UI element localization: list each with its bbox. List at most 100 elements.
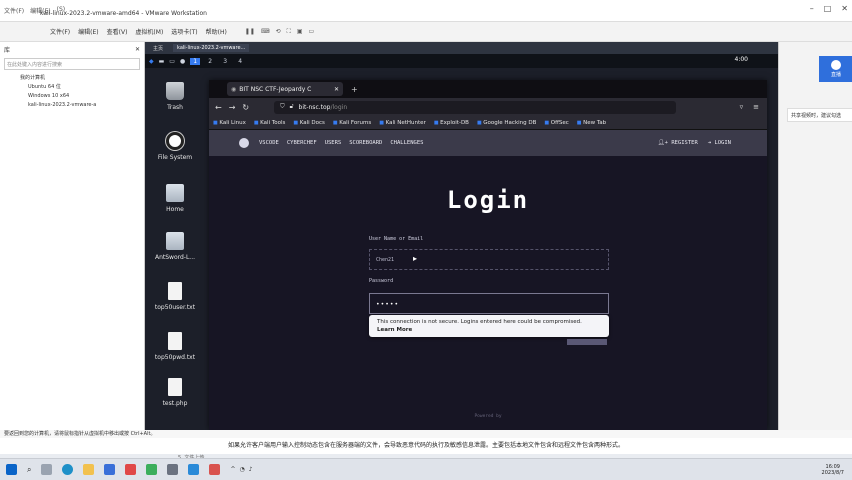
network-icon[interactable]: ◔ — [240, 466, 245, 473]
bookmark-item[interactable]: OffSec — [544, 120, 569, 126]
desktop-icon-label: AntSword-L... — [154, 254, 196, 261]
fullscreen-icon[interactable]: ⛶ — [287, 28, 291, 36]
explorer-icon[interactable] — [83, 464, 95, 475]
live-button[interactable]: 直播 — [819, 56, 852, 82]
menu-file[interactable]: 文件(F) — [50, 27, 70, 36]
bookmark-item[interactable]: Kali Linux — [213, 120, 246, 126]
firefox-icon[interactable]: ● — [180, 58, 185, 65]
back-icon[interactable]: ← — [215, 103, 222, 112]
send-keys-icon[interactable]: ⌨ — [261, 28, 270, 36]
share-video-tip: 共享视频时，建议勾选 — [787, 108, 852, 122]
bookmark-item[interactable]: Google Hacking DB — [477, 120, 536, 126]
shield-icon[interactable]: ⛉ — [280, 103, 285, 111]
learn-more-link[interactable]: Learn More — [377, 326, 601, 334]
bookmark-item[interactable]: Kali NetHunter — [379, 120, 426, 126]
vmware-icon[interactable] — [167, 464, 179, 475]
close-icon[interactable]: ✕ — [135, 46, 140, 53]
username-field[interactable]: Chen21 — [369, 249, 609, 270]
app-icon[interactable] — [209, 464, 221, 475]
library-header: 库 ✕ — [0, 42, 144, 56]
desktop-icon-filesystem[interactable]: File System — [153, 132, 197, 161]
tab-home[interactable]: 主页 — [149, 44, 167, 53]
console-icon[interactable]: ▭ — [308, 28, 314, 36]
snapshot-icon[interactable]: ⟲ — [276, 28, 281, 36]
unity-icon[interactable]: ▣ — [297, 28, 303, 36]
library-search-input[interactable]: 在此处键入内容进行搜索 — [4, 58, 140, 70]
bookmark-item[interactable]: Exploit-DB — [434, 120, 469, 126]
desktop-icon-antsword[interactable]: AntSword-L... — [153, 232, 197, 261]
chevron-up-icon[interactable]: ^ — [230, 466, 235, 473]
nav-scoreboard[interactable]: SCOREBOARD — [349, 140, 382, 146]
menu-vm[interactable]: 虚拟机(M) — [135, 27, 163, 36]
app-icon[interactable] — [146, 464, 158, 475]
tree-item-vm[interactable]: kali-linux-2023.2-vmware-a — [20, 101, 144, 110]
edge-icon[interactable] — [62, 464, 74, 475]
library-tree: 我的计算机 Ubuntu 64 位 Windows 10 x64 kali-li… — [0, 74, 144, 110]
url-path: /login — [330, 103, 348, 111]
kali-clock[interactable]: 4:00 — [735, 56, 748, 63]
reload-icon[interactable]: ↻ — [242, 103, 249, 112]
bookmark-item[interactable]: New Tab — [577, 120, 606, 126]
volume-icon[interactable]: ♪ — [249, 466, 253, 473]
password-field[interactable]: ••••• — [369, 293, 609, 314]
nav-users[interactable]: USERS — [325, 140, 342, 146]
kali-menu-icon[interactable]: ◆ — [149, 58, 154, 65]
desktop-icon-testphp[interactable]: test.php — [153, 378, 197, 407]
desktop-icon-home[interactable]: Home — [153, 184, 197, 213]
pause-icon[interactable]: ❚❚ — [245, 28, 255, 36]
nav-vscode[interactable]: VSCODE — [259, 140, 279, 146]
desktop-icon-top50pwd[interactable]: top50pwd.txt — [153, 332, 197, 361]
workspace-2[interactable]: 2 — [205, 58, 215, 65]
login-link[interactable]: ⇥ LOGIN — [708, 140, 731, 146]
submit-button[interactable] — [567, 339, 607, 345]
tree-item-vm[interactable]: Ubuntu 64 位 — [20, 83, 144, 92]
app-icon[interactable] — [125, 464, 137, 475]
menu-hamburger-icon[interactable]: ≡ — [753, 103, 759, 111]
bookmark-item[interactable]: Kali Tools — [254, 120, 285, 126]
desktop-icon-trash[interactable]: Trash — [153, 82, 197, 111]
app-icon[interactable] — [188, 464, 200, 475]
php-file-icon — [168, 378, 182, 396]
files-icon[interactable]: ▬ — [159, 58, 165, 65]
terminal-icon[interactable]: ▭ — [169, 58, 175, 65]
windows-start-icon[interactable] — [6, 464, 17, 475]
desktop-icon-label: top50user.txt — [154, 304, 196, 311]
close-icon[interactable]: ✕ — [841, 4, 848, 13]
task-view-icon[interactable] — [41, 464, 53, 475]
tab-kali[interactable]: kali-linux-2023.2-vmware... — [173, 44, 250, 52]
firefox-tab[interactable]: ◉ BIT NSC CTF-Jeopardy C ✕ — [227, 82, 343, 96]
quick-menu-item[interactable]: 文件(F) — [4, 6, 24, 15]
workspace-4[interactable]: 4 — [235, 58, 245, 65]
workspace-1[interactable]: 1 — [190, 57, 201, 65]
desktop-icon-top50user[interactable]: top50user.txt — [153, 282, 197, 311]
workspace-3[interactable]: 3 — [220, 58, 230, 65]
insecure-lock-icon[interactable]: 🔓︎ — [290, 103, 294, 111]
guest-display[interactable]: 主页 kali-linux-2023.2-vmware... ◆ ▬ ▭ ● 1… — [145, 42, 778, 430]
login-label: LOGIN — [714, 140, 731, 146]
nav-challenges[interactable]: CHALLENGES — [390, 140, 423, 146]
password-label: Password — [369, 278, 394, 284]
register-link[interactable]: 👤︎+ REGISTER — [658, 140, 698, 146]
menu-tabs[interactable]: 选项卡(T) — [171, 27, 197, 36]
store-icon[interactable] — [104, 464, 116, 475]
search-icon[interactable]: ⌕ — [27, 465, 31, 475]
close-tab-icon[interactable]: ✕ — [334, 86, 339, 93]
minimize-icon[interactable]: – — [810, 4, 814, 13]
bookmark-item[interactable]: Kali Forums — [333, 120, 371, 126]
taskbar-clock[interactable]: 16:09 2023/8/7 — [822, 464, 852, 476]
menu-help[interactable]: 帮助(H) — [206, 27, 227, 36]
maximize-icon[interactable]: □ — [824, 4, 832, 13]
url-bar[interactable]: ⛉ 🔓︎ bit-nsc.top/login — [274, 100, 677, 114]
tree-item-my-computer[interactable]: 我的计算机 — [20, 74, 144, 83]
forward-icon[interactable]: → — [229, 103, 236, 112]
bookmarks-toolbar: Kali Linux Kali Tools Kali Docs Kali For… — [209, 116, 767, 130]
pocket-icon[interactable]: ▿ — [740, 103, 744, 111]
ctf-logo-icon[interactable] — [239, 138, 249, 148]
bookmark-item[interactable]: Kali Docs — [293, 120, 325, 126]
powered-by-footer[interactable]: Powered by — [209, 414, 767, 419]
tree-item-vm[interactable]: Windows 10 x64 — [20, 92, 144, 101]
menu-edit[interactable]: 编辑(E) — [78, 27, 98, 36]
menu-view[interactable]: 查看(V) — [107, 27, 128, 36]
new-tab-icon[interactable]: + — [351, 85, 358, 94]
nav-cyberchef[interactable]: CYBERCHEF — [287, 140, 317, 146]
